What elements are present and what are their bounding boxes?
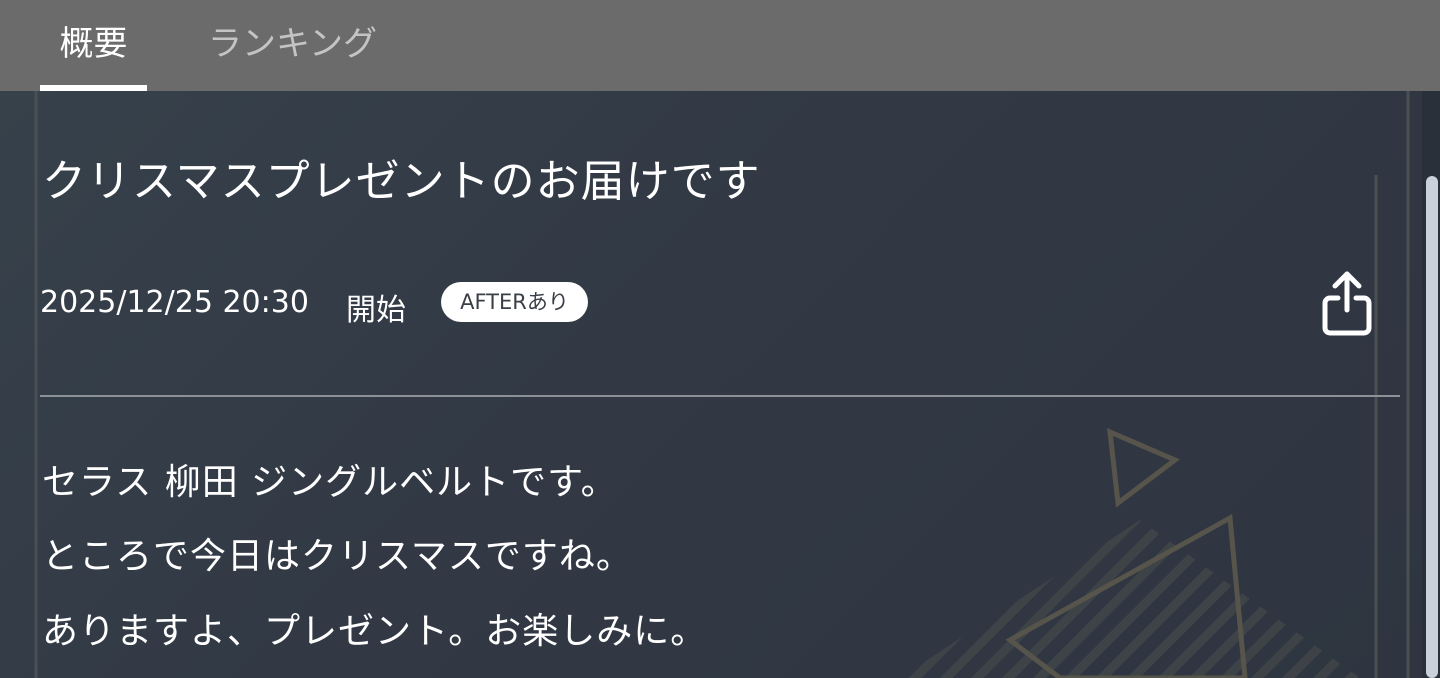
tab-bar: 概要 ランキング (0, 0, 1440, 91)
description-line: ところで今日はクリスマスですね。 (42, 536, 633, 577)
section-divider (40, 395, 1400, 397)
share-icon (1322, 271, 1372, 336)
event-start-label: 開始 (346, 293, 406, 328)
tab-overview[interactable]: 概要 (40, 0, 147, 91)
active-tab-indicator (40, 85, 147, 91)
after-badge: AFTERあり (441, 282, 588, 322)
description-line: セラス 柳田 ジングルベルトです。 (42, 462, 618, 503)
event-content: クリスマスプレゼントのお届けです 2025/12/25 20:30 開始 AFT… (0, 91, 1440, 678)
share-button[interactable] (1316, 266, 1378, 340)
scrollbar-thumb[interactable] (1426, 176, 1438, 678)
tab-ranking[interactable]: ランキング (208, 0, 377, 91)
event-datetime: 2025/12/25 20:30 (40, 285, 309, 320)
event-title: クリスマスプレゼントのお届けです (42, 156, 761, 207)
event-detail-screen: 概要 ランキング クリスマスプレゼントのお届けです 2025/12/25 20:… (0, 0, 1440, 678)
description-line: ありますよ、プレゼント。お楽しみに。 (42, 611, 708, 652)
